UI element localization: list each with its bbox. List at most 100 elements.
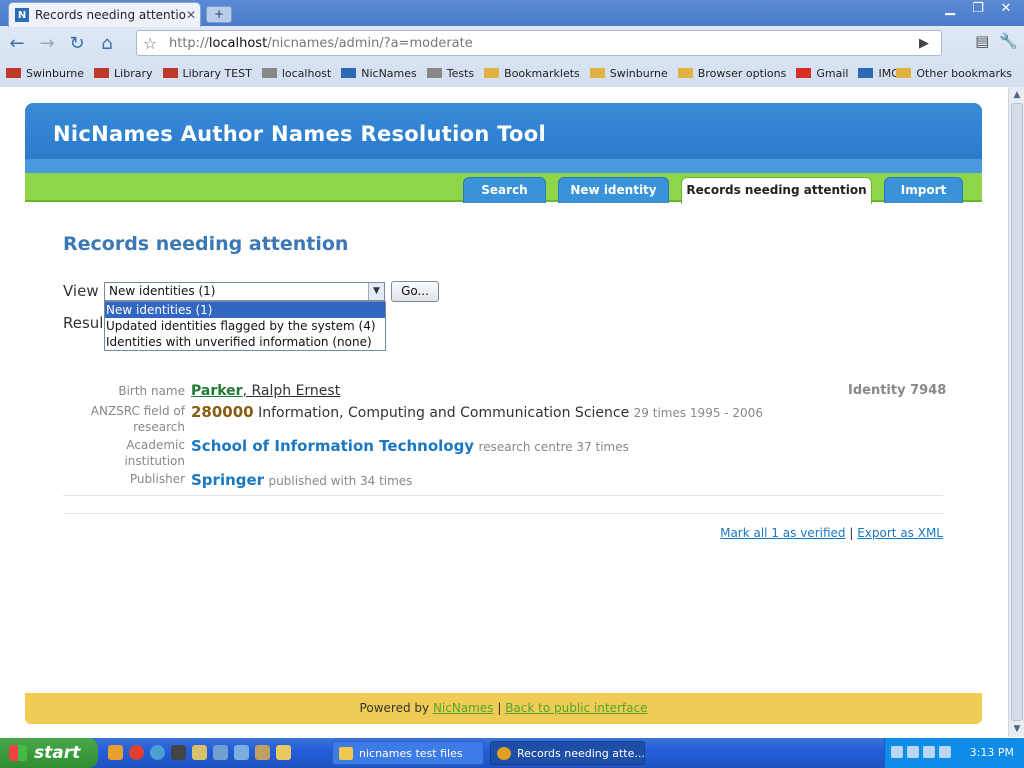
go-button[interactable]: Go... [391,281,439,302]
chrome-icon[interactable] [129,745,144,760]
quicklaunch-icon[interactable] [213,745,228,760]
volume-icon[interactable] [939,746,951,758]
page-icon [261,68,277,78]
view-select-value: New identities (1) [109,284,216,298]
mark-verified-link[interactable]: Mark all 1 as verified [720,526,845,540]
forward-icon[interactable]: → [34,31,60,57]
surname-link[interactable]: Parker [191,383,243,399]
bookmark-label: NicNames [361,66,417,80]
bookmark-label: Browser options [697,66,787,80]
bookmark-item[interactable]: Swinburne [6,67,84,80]
swinburne-logo-icon [6,68,21,78]
main-content: Records needing attention View New ident… [63,233,946,540]
quick-launch [108,745,291,760]
network-icon[interactable] [923,746,935,758]
bookmark-item[interactable]: Swinburne [589,66,668,80]
scroll-down-icon[interactable]: ▼ [1009,721,1024,737]
dropdown-option[interactable]: Updated identities flagged by the system… [105,318,385,334]
bookmark-star-icon[interactable]: ☆ [143,34,165,53]
start-button[interactable]: start [0,738,98,768]
header-stripe [25,159,982,173]
quicklaunch-icon[interactable] [150,745,165,760]
nicnames-link[interactable]: NicNames [433,701,494,715]
quicklaunch-icon[interactable] [234,745,249,760]
scroll-up-icon[interactable]: ▲ [1009,87,1024,103]
minimize-icon[interactable]: ▁ [938,0,962,18]
folder-icon [896,68,912,78]
institution-label: Academic institution [124,438,185,468]
bookmark-item[interactable]: Browser options [677,66,787,80]
quicklaunch-icon[interactable] [108,745,123,760]
web-viewport: NicNames Author Names Resolution Tool Se… [0,87,1008,737]
back-icon[interactable]: ← [4,31,30,57]
quicklaunch-icon[interactable] [171,745,186,760]
windows-taskbar: start nicnames test files Records needin… [0,738,1024,768]
home-icon[interactable]: ⌂ [94,31,120,57]
field-of-research-value: 280000 Information, Computing and Commun… [191,403,763,421]
tray-icon[interactable] [907,746,919,758]
reload-icon[interactable]: ↻ [64,31,90,57]
dropdown-option[interactable]: New identities (1) [105,302,385,318]
divider [63,495,943,496]
bookmark-item[interactable]: Library TEST [162,67,252,80]
tab-import[interactable]: Import [884,177,963,203]
bookmarks-bar: Swinburne Library Library TEST localhost Nic… [0,62,1024,84]
folder-icon [589,68,605,78]
scroll-thumb[interactable] [1011,103,1023,721]
tab-search[interactable]: Search [463,177,546,203]
publisher-link[interactable]: Springer [191,471,264,489]
bookmark-item[interactable]: Gmail [796,67,848,80]
bookmark-item[interactable]: localhost [261,67,331,80]
other-bookmarks[interactable]: Other bookmarks [896,62,1012,84]
bookmark-item[interactable]: IMO [858,67,900,80]
folder-icon[interactable] [276,745,291,760]
page-heading: Records needing attention [63,233,349,255]
tray-icon[interactable] [891,746,903,758]
bookmark-label: Bookmarklets [504,66,580,80]
publisher-label: Publisher [129,472,185,486]
tab-records-needing-attention[interactable]: Records needing attention [681,177,872,204]
browser-chrome: N Records needing attention ... ✕ + ▁ ❐ … [0,0,1024,87]
bookmark-item[interactable]: Library [94,67,153,80]
bookmark-item[interactable]: NicNames [341,67,417,80]
institution-stats: research centre 37 times [478,440,629,454]
quicklaunch-icon[interactable] [192,745,207,760]
browser-tab[interactable]: N Records needing attention ... ✕ [8,2,201,27]
dropdown-option[interactable]: Identities with unverified information (… [105,334,385,350]
taskbar-item-browser[interactable]: Records needing atte... [490,741,645,765]
powered-by-text: Powered by [359,701,430,715]
imo-icon [858,68,874,78]
page-menu-icon[interactable]: ▤ [975,32,989,50]
quicklaunch-icon[interactable] [255,745,270,760]
view-label: View [63,282,99,300]
maximize-icon[interactable]: ❐ [966,0,990,18]
bookmark-label: Swinburne [609,66,668,80]
bookmark-item[interactable]: Tests [426,66,475,80]
page-icon [426,68,442,78]
view-select[interactable]: New identities (1) ▼ [104,282,385,301]
bookmark-item[interactable]: Bookmarklets [484,67,580,80]
birth-name-value[interactable]: Parker, Ralph Ernest [191,383,340,399]
taskbar-item-explorer[interactable]: nicnames test files [332,741,484,765]
close-tab-icon[interactable]: ✕ [186,8,200,22]
other-bookmarks-label: Other bookmarks [916,66,1012,80]
footer-separator: | [497,701,502,715]
go-arrow-icon[interactable]: ▶ [919,36,941,51]
public-interface-link[interactable]: Back to public interface [505,701,647,715]
institution-link[interactable]: School of Information Technology [191,437,474,455]
nicnames-page: NicNames Author Names Resolution Tool Se… [25,103,982,724]
bookmark-label: Tests [446,66,475,80]
site-footer: Powered by NicNames | Back to public int… [25,693,982,724]
new-tab-button[interactable]: + [206,6,232,23]
address-bar[interactable]: ☆ http://localhost/nicnames/admin/?a=mod… [136,30,942,56]
site-title: NicNames Author Names Resolution Tool [25,103,982,159]
dropdown-arrow-icon[interactable]: ▼ [368,283,384,300]
vertical-scrollbar[interactable]: ▲ ▼ [1008,87,1024,737]
gmail-icon [796,68,812,78]
close-window-icon[interactable]: ✕ [994,0,1018,18]
export-xml-link[interactable]: Export as XML [857,526,943,540]
url-text[interactable]: http://localhost/nicnames/admin/?a=moder… [165,36,919,51]
wrench-icon[interactable]: 🔧 [999,32,1018,50]
tab-new-identity[interactable]: New identity [558,177,669,203]
nicnames-icon [341,68,357,78]
